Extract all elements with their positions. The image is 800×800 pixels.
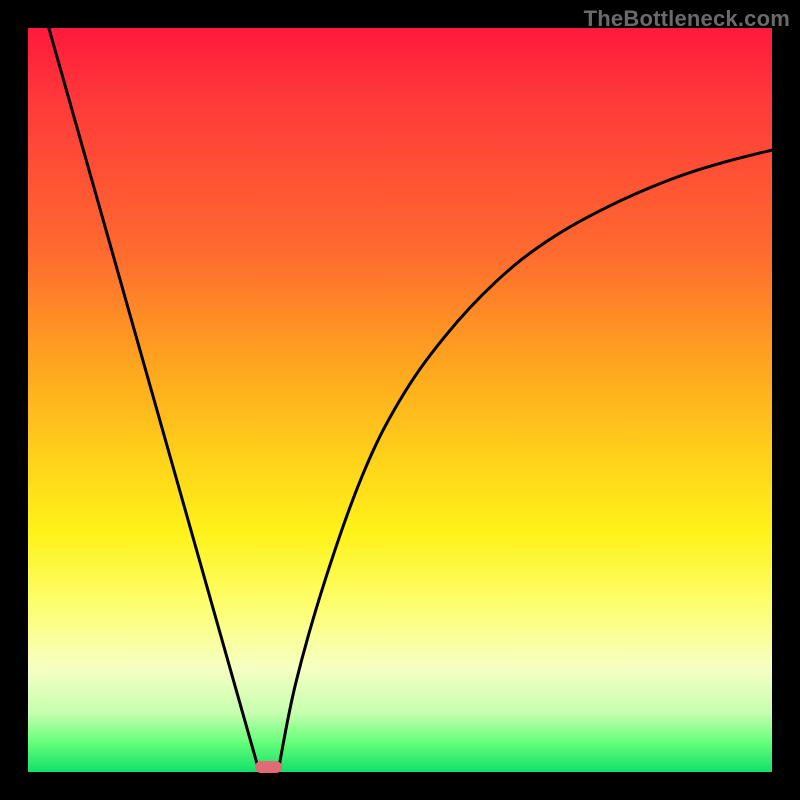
chart-frame: TheBottleneck.com xyxy=(0,0,800,800)
watermark-text: TheBottleneck.com xyxy=(584,6,790,32)
optimum-marker xyxy=(255,761,282,773)
bottleneck-curve xyxy=(28,28,772,772)
curve-right-branch xyxy=(278,150,772,772)
curve-left-branch xyxy=(49,28,260,772)
plot-area xyxy=(28,28,772,772)
